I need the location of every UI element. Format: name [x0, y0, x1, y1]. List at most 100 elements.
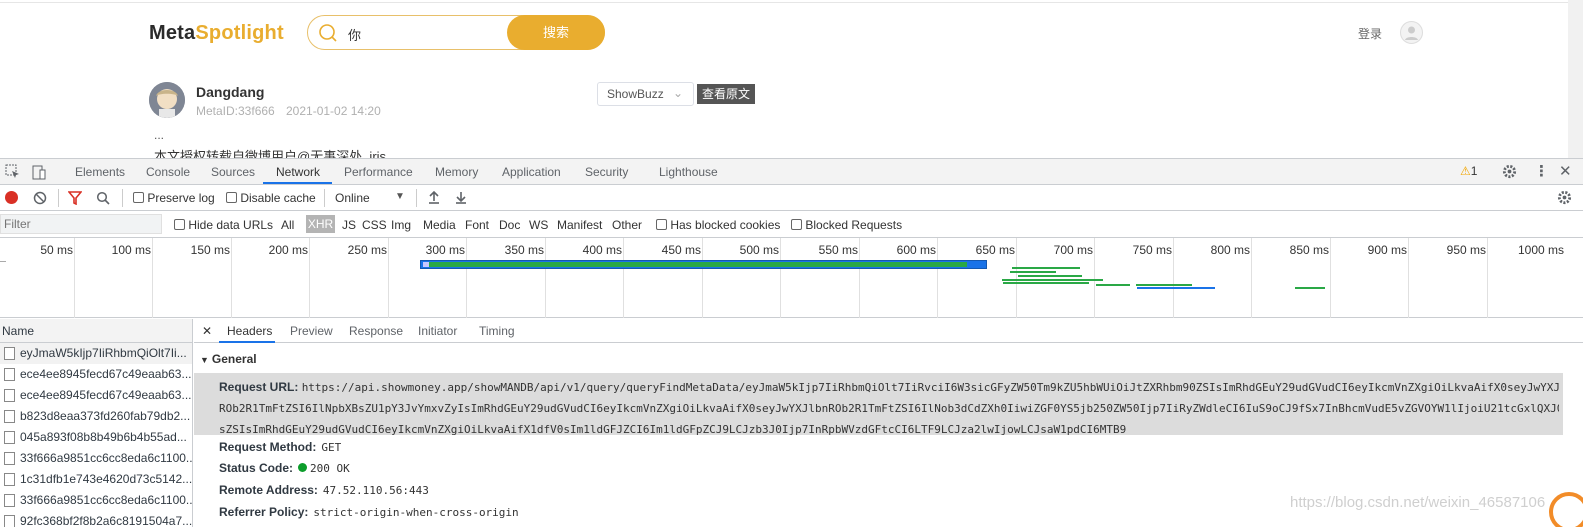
settings-gear-icon[interactable] [1502, 164, 1517, 179]
author-name[interactable]: Dangdang [196, 84, 264, 100]
filter-icon[interactable] [68, 191, 82, 205]
grid-line [231, 238, 232, 318]
tick-label: 750 ms [1132, 243, 1172, 257]
request-row[interactable]: 33f666a9851cc6cc8eda6c1100... [0, 448, 192, 469]
status-code-value: 200 OK [310, 462, 350, 475]
view-source-button[interactable]: 查看原文 [697, 84, 755, 104]
preserve-log-toggle[interactable]: Preserve log [133, 191, 215, 205]
tab-network[interactable]: Network [276, 165, 320, 179]
clear-icon[interactable] [33, 191, 47, 205]
general-section-toggle[interactable]: ▼ General [200, 352, 257, 366]
user-avatar-icon[interactable] [1400, 21, 1423, 44]
type-filter-other[interactable]: Other [612, 218, 642, 232]
search-input[interactable]: 你 [348, 25, 361, 44]
blocked-requests-toggle[interactable]: Blocked Requests [791, 218, 902, 232]
file-icon [4, 494, 15, 507]
hide-data-urls-checkbox[interactable] [174, 219, 185, 230]
close-devtools-icon[interactable]: ✕ [1559, 162, 1572, 180]
request-row[interactable]: ece4ee8945fecd67c49eaab63... [0, 364, 192, 385]
type-filter-media[interactable]: Media [423, 218, 456, 232]
record-icon[interactable] [5, 191, 18, 204]
tick-label: 1000 ms [1517, 243, 1564, 257]
tab-performance[interactable]: Performance [344, 165, 413, 179]
type-filter-manifest[interactable]: Manifest [557, 218, 602, 232]
device-toolbar-icon[interactable] [31, 164, 47, 180]
filter-input[interactable] [0, 214, 162, 234]
request-bar [1002, 279, 1103, 281]
tab-memory[interactable]: Memory [435, 165, 478, 179]
request-row[interactable]: 33f666a9851cc6cc8eda6c1100... [0, 490, 192, 511]
source-select[interactable]: ShowBuzz ⌄ [597, 82, 694, 106]
search-icon [319, 24, 337, 42]
request-bar-main-waiting [423, 262, 429, 267]
request-row[interactable]: 045a893f08b8b49b6b4b55ad... [0, 427, 192, 448]
more-options-icon[interactable]: ⋮ [1534, 162, 1549, 180]
post-ellipsis: ... [154, 128, 165, 142]
tick-label: 850 ms [1289, 243, 1329, 257]
devtools-tabbar: Elements Console Sources Network Perform… [0, 158, 1583, 185]
request-bar [1012, 267, 1080, 269]
type-filter-js[interactable]: JS [342, 218, 356, 232]
request-name: ece4ee8945fecd67c49eaab63... [20, 388, 192, 402]
search-icon[interactable] [96, 191, 110, 205]
request-row[interactable]: ece4ee8945fecd67c49eaab63... [0, 385, 192, 406]
meta-id: MetaID:33f666 [196, 104, 275, 118]
watermark: https://blog.csdn.net/weixin_46587106 [1290, 494, 1546, 511]
referrer-policy-label: Referrer Policy: [219, 505, 309, 519]
request-row[interactable]: 1c31dfb1e743e4620d73c5142... [0, 469, 192, 490]
close-detail-icon[interactable]: ✕ [202, 324, 212, 338]
request-row[interactable]: 92fc368bf2f8b2a6c8191504a7... [0, 511, 192, 527]
remote-address-value: 47.52.110.56:443 [322, 484, 429, 497]
tab-elements[interactable]: Elements [75, 165, 125, 179]
tab-initiator[interactable]: Initiator [418, 324, 457, 338]
request-row[interactable]: b823d8eaa373fd260fab79db2... [0, 406, 192, 427]
tab-response[interactable]: Response [349, 324, 403, 338]
inspect-element-icon[interactable] [5, 164, 21, 180]
blocked-requests-label: Blocked Requests [805, 218, 903, 232]
tab-security[interactable]: Security [585, 165, 628, 179]
warning-badge[interactable]: ⚠1 [1460, 164, 1477, 178]
grid-line [1330, 238, 1331, 318]
login-link[interactable]: 登录 [1358, 25, 1382, 42]
grid-line [623, 238, 624, 318]
network-settings-icon[interactable] [1557, 190, 1572, 205]
site-logo[interactable]: MetaSpotlight [149, 22, 284, 45]
type-filter-font[interactable]: Font [465, 218, 489, 232]
tab-timing[interactable]: Timing [479, 324, 515, 338]
tab-sources[interactable]: Sources [211, 165, 255, 179]
type-filter-img[interactable]: Img [391, 218, 411, 232]
status-code-row: Status Code: 200 OK [219, 461, 350, 475]
tab-headers[interactable]: Headers [227, 324, 272, 338]
name-column-header[interactable]: Name [0, 319, 193, 343]
preserve-log-checkbox[interactable] [133, 192, 144, 203]
disable-cache-toggle[interactable]: Disable cache [226, 191, 316, 205]
disable-cache-checkbox[interactable] [226, 192, 237, 203]
tab-application[interactable]: Application [502, 165, 561, 179]
request-row[interactable]: eyJmaW5kIjp7IiRhbmQiOlt7Ii... [0, 343, 192, 364]
request-method-row: Request Method: GET [219, 440, 341, 454]
has-blocked-cookies-toggle[interactable]: Has blocked cookies [656, 218, 780, 232]
export-har-icon[interactable] [454, 190, 468, 205]
type-filter-all[interactable]: All [281, 218, 294, 232]
import-har-icon[interactable] [427, 190, 441, 205]
has-blocked-cookies-checkbox[interactable] [656, 219, 667, 230]
network-overview-timeline[interactable]: 50 ms 100 ms 150 ms 200 ms 250 ms 300 ms… [0, 238, 1583, 318]
page-scrollbar[interactable] [1568, 0, 1583, 160]
tab-preview[interactable]: Preview [290, 324, 333, 338]
type-filter-css[interactable]: CSS [362, 218, 387, 232]
tab-lighthouse[interactable]: Lighthouse [659, 165, 718, 179]
type-filter-doc[interactable]: Doc [499, 218, 520, 232]
type-filter-xhr[interactable]: XHR [306, 215, 335, 233]
blocked-requests-checkbox[interactable] [791, 219, 802, 230]
type-filter-ws[interactable]: WS [529, 218, 548, 232]
search-button[interactable]: 搜索 [507, 15, 605, 50]
author-avatar[interactable] [149, 82, 185, 118]
floating-widget-icon[interactable] [1549, 492, 1583, 527]
throttling-select[interactable]: Online ▼ [335, 191, 405, 205]
tab-console[interactable]: Console [146, 165, 190, 179]
post-time: 2021-01-02 14:20 [286, 104, 381, 118]
hide-data-urls-toggle[interactable]: Hide data URLs [174, 218, 273, 232]
tick-label: 950 ms [1446, 243, 1486, 257]
grid-line [859, 238, 860, 318]
dropdown-arrow-icon: ▼ [395, 191, 405, 202]
